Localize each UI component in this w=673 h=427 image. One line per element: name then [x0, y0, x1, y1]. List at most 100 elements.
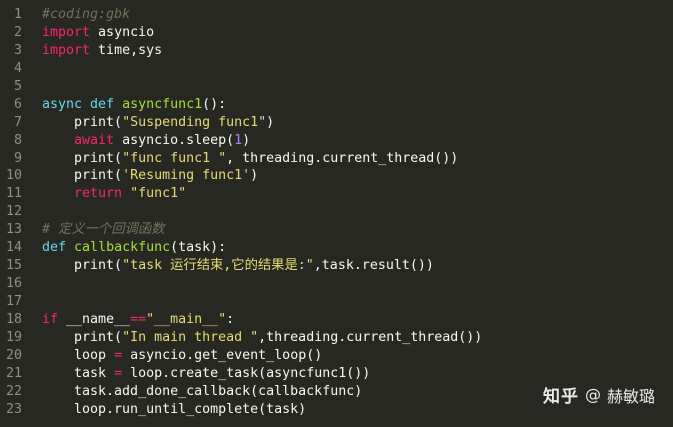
line-number: 18	[5, 311, 22, 327]
code-token: asyncio.sleep(	[114, 132, 235, 148]
code-line[interactable]: 15 print("task 运行结束,它的结果是:",task.result(…	[0, 257, 673, 275]
line-number: 19	[5, 329, 22, 345]
code-token: import	[42, 24, 91, 40]
code-line[interactable]: 13 # 定义一个回调函数	[0, 221, 673, 239]
code-line[interactable]: 7 print("Suspending func1")	[0, 114, 673, 132]
code-token: )	[266, 114, 275, 130]
code-text: if __name__=="__main__":	[22, 311, 234, 329]
line-number: 3	[13, 42, 22, 58]
code-token: __name__	[58, 311, 131, 327]
code-text: print("Suspending func1")	[22, 114, 274, 132]
line-number: 12	[5, 204, 22, 220]
code-text: return "func1"	[22, 185, 186, 203]
line-number: 16	[5, 276, 22, 292]
code-token: ,task.result())	[313, 258, 434, 274]
code-line[interactable]: 6 async def asyncfunc1():	[0, 96, 673, 114]
code-token: loop	[42, 347, 115, 363]
code-line[interactable]: 9 print("func func1 ", threading.current…	[0, 150, 673, 168]
code-text: await asyncio.sleep(1)	[22, 132, 250, 150]
code-text: print("In main thread ",threading.curren…	[22, 329, 482, 347]
code-token: "func1"	[130, 186, 187, 202]
code-lines: 1 #coding:gbk 2 import asyncio 3 import time,…	[0, 6, 673, 419]
code-text: #coding:gbk	[22, 6, 130, 24]
code-line[interactable]: 10 print('Resuming func1')	[0, 167, 673, 185]
line-number: 7	[13, 114, 22, 130]
code-line[interactable]: 4	[0, 60, 673, 78]
code-line[interactable]: 19 print("In main thread ",threading.cur…	[0, 329, 673, 347]
line-number: 13	[5, 222, 22, 238]
code-token: task	[42, 365, 115, 381]
code-token: return	[74, 186, 123, 202]
code-token: # 定义一个回调函数	[42, 222, 165, 238]
code-token: print(	[42, 150, 123, 166]
code-token: 'Resuming func1'	[122, 168, 251, 184]
code-text: task.add_done_callback(callbackfunc)	[22, 383, 362, 401]
code-token: print(	[42, 329, 123, 345]
line-number: 6	[13, 96, 22, 112]
code-token: ==	[130, 311, 147, 327]
code-token: "task 运行结束,它的结果是:"	[122, 258, 314, 274]
watermark: 知乎 @ 赫敏璐	[543, 382, 655, 407]
line-number: 23	[5, 401, 22, 417]
code-line[interactable]: 17	[0, 293, 673, 311]
code-token: import	[42, 42, 91, 58]
code-line[interactable]: 18 if __name__=="__main__":	[0, 311, 673, 329]
code-token: callbackfunc	[74, 240, 171, 256]
code-line[interactable]: 1 #coding:gbk	[0, 6, 673, 24]
code-line[interactable]: 14 def callbackfunc(task):	[0, 239, 673, 257]
code-token: =	[114, 365, 123, 381]
code-token: 1	[234, 132, 243, 148]
code-line[interactable]: 5	[0, 78, 673, 96]
code-line[interactable]: 3 import time,sys	[0, 42, 673, 60]
line-number: 10	[5, 168, 22, 184]
line-number: 22	[5, 383, 22, 399]
code-editor[interactable]: 1 #coding:gbk 2 import asyncio 3 import time,…	[0, 0, 673, 427]
code-text: task = loop.create_task(asyncfunc1())	[22, 365, 370, 383]
code-token: "func func1 "	[122, 150, 227, 166]
code-text: def callbackfunc(task):	[22, 239, 226, 257]
code-token: asyncio	[90, 24, 155, 40]
code-token: loop.run_until_complete(task)	[42, 401, 307, 417]
code-line[interactable]: 12	[0, 203, 673, 221]
code-text: async def asyncfunc1():	[22, 96, 226, 114]
code-line[interactable]: 21 task = loop.create_task(asyncfunc1())	[0, 365, 673, 383]
code-line[interactable]: 16	[0, 275, 673, 293]
code-line[interactable]: 11 return "func1"	[0, 185, 673, 203]
code-line[interactable]: 2 import asyncio	[0, 24, 673, 42]
code-token: (task):	[170, 240, 227, 256]
code-line[interactable]: 20 loop = asyncio.get_event_loop()	[0, 347, 673, 365]
line-number: 15	[5, 258, 22, 274]
code-token: asyncfunc1	[122, 96, 203, 112]
code-token: async	[42, 96, 83, 112]
watermark-author: 赫敏璐	[606, 386, 655, 406]
code-token: print(	[42, 114, 123, 130]
code-line[interactable]: 8 await asyncio.sleep(1)	[0, 132, 673, 150]
code-token: def	[90, 96, 115, 112]
code-token: #coding:gbk	[42, 7, 131, 22]
code-token: , threading.current_thread())	[226, 150, 459, 166]
code-token: if	[42, 311, 59, 327]
code-token: task.add_done_callback(callbackfunc)	[42, 383, 363, 399]
code-token: def	[42, 240, 67, 256]
code-token: "Suspending func1"	[122, 114, 267, 130]
line-number: 1	[13, 7, 22, 22]
code-token: =	[114, 347, 123, 363]
code-token: )	[250, 168, 259, 184]
code-text: print("task 运行结束,它的结果是:",task.result())	[22, 257, 434, 275]
code-token: ,threading.current_thread())	[258, 329, 483, 345]
line-number: 14	[5, 240, 22, 256]
watermark-brand: 知乎	[542, 387, 579, 407]
code-token: :	[226, 311, 235, 327]
line-number: 5	[13, 78, 22, 94]
